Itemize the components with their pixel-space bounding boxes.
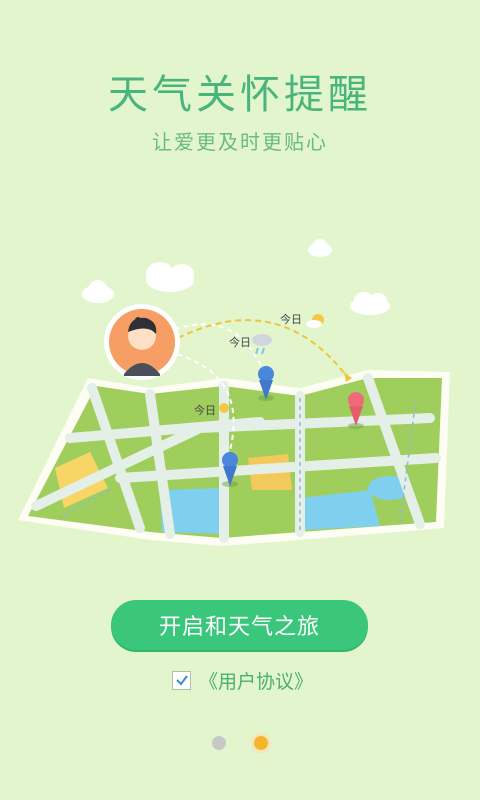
- cloud-icon: [146, 262, 194, 292]
- map-illustration: [18, 239, 450, 546]
- today-label: 今日: [194, 404, 216, 417]
- user-agreement-link[interactable]: 《用户协议》: [199, 667, 313, 694]
- agreement-row: 《用户协议》: [172, 666, 313, 694]
- today-label: 今日: [229, 336, 251, 349]
- sun-icon: [306, 314, 324, 328]
- cloud-icon: [82, 280, 114, 303]
- avatar: [104, 304, 180, 380]
- cloud-icon: [308, 239, 332, 257]
- agreement-checkbox[interactable]: [172, 670, 191, 690]
- page-dot-inactive: [212, 736, 226, 750]
- cloud-icon: [350, 292, 390, 315]
- sun-icon: [219, 403, 229, 413]
- today-label: 今日: [280, 313, 302, 326]
- rain-icon: [252, 334, 272, 355]
- page-subtitle: 让爱更及时更贴心: [152, 130, 328, 154]
- start-weather-journey-button[interactable]: 开启和天气之旅: [111, 600, 368, 650]
- page-indicator: [0, 736, 480, 750]
- checkmark-icon: [175, 675, 188, 686]
- page-title: 天气关怀提醒: [108, 72, 372, 118]
- page-dot-active: [254, 736, 268, 750]
